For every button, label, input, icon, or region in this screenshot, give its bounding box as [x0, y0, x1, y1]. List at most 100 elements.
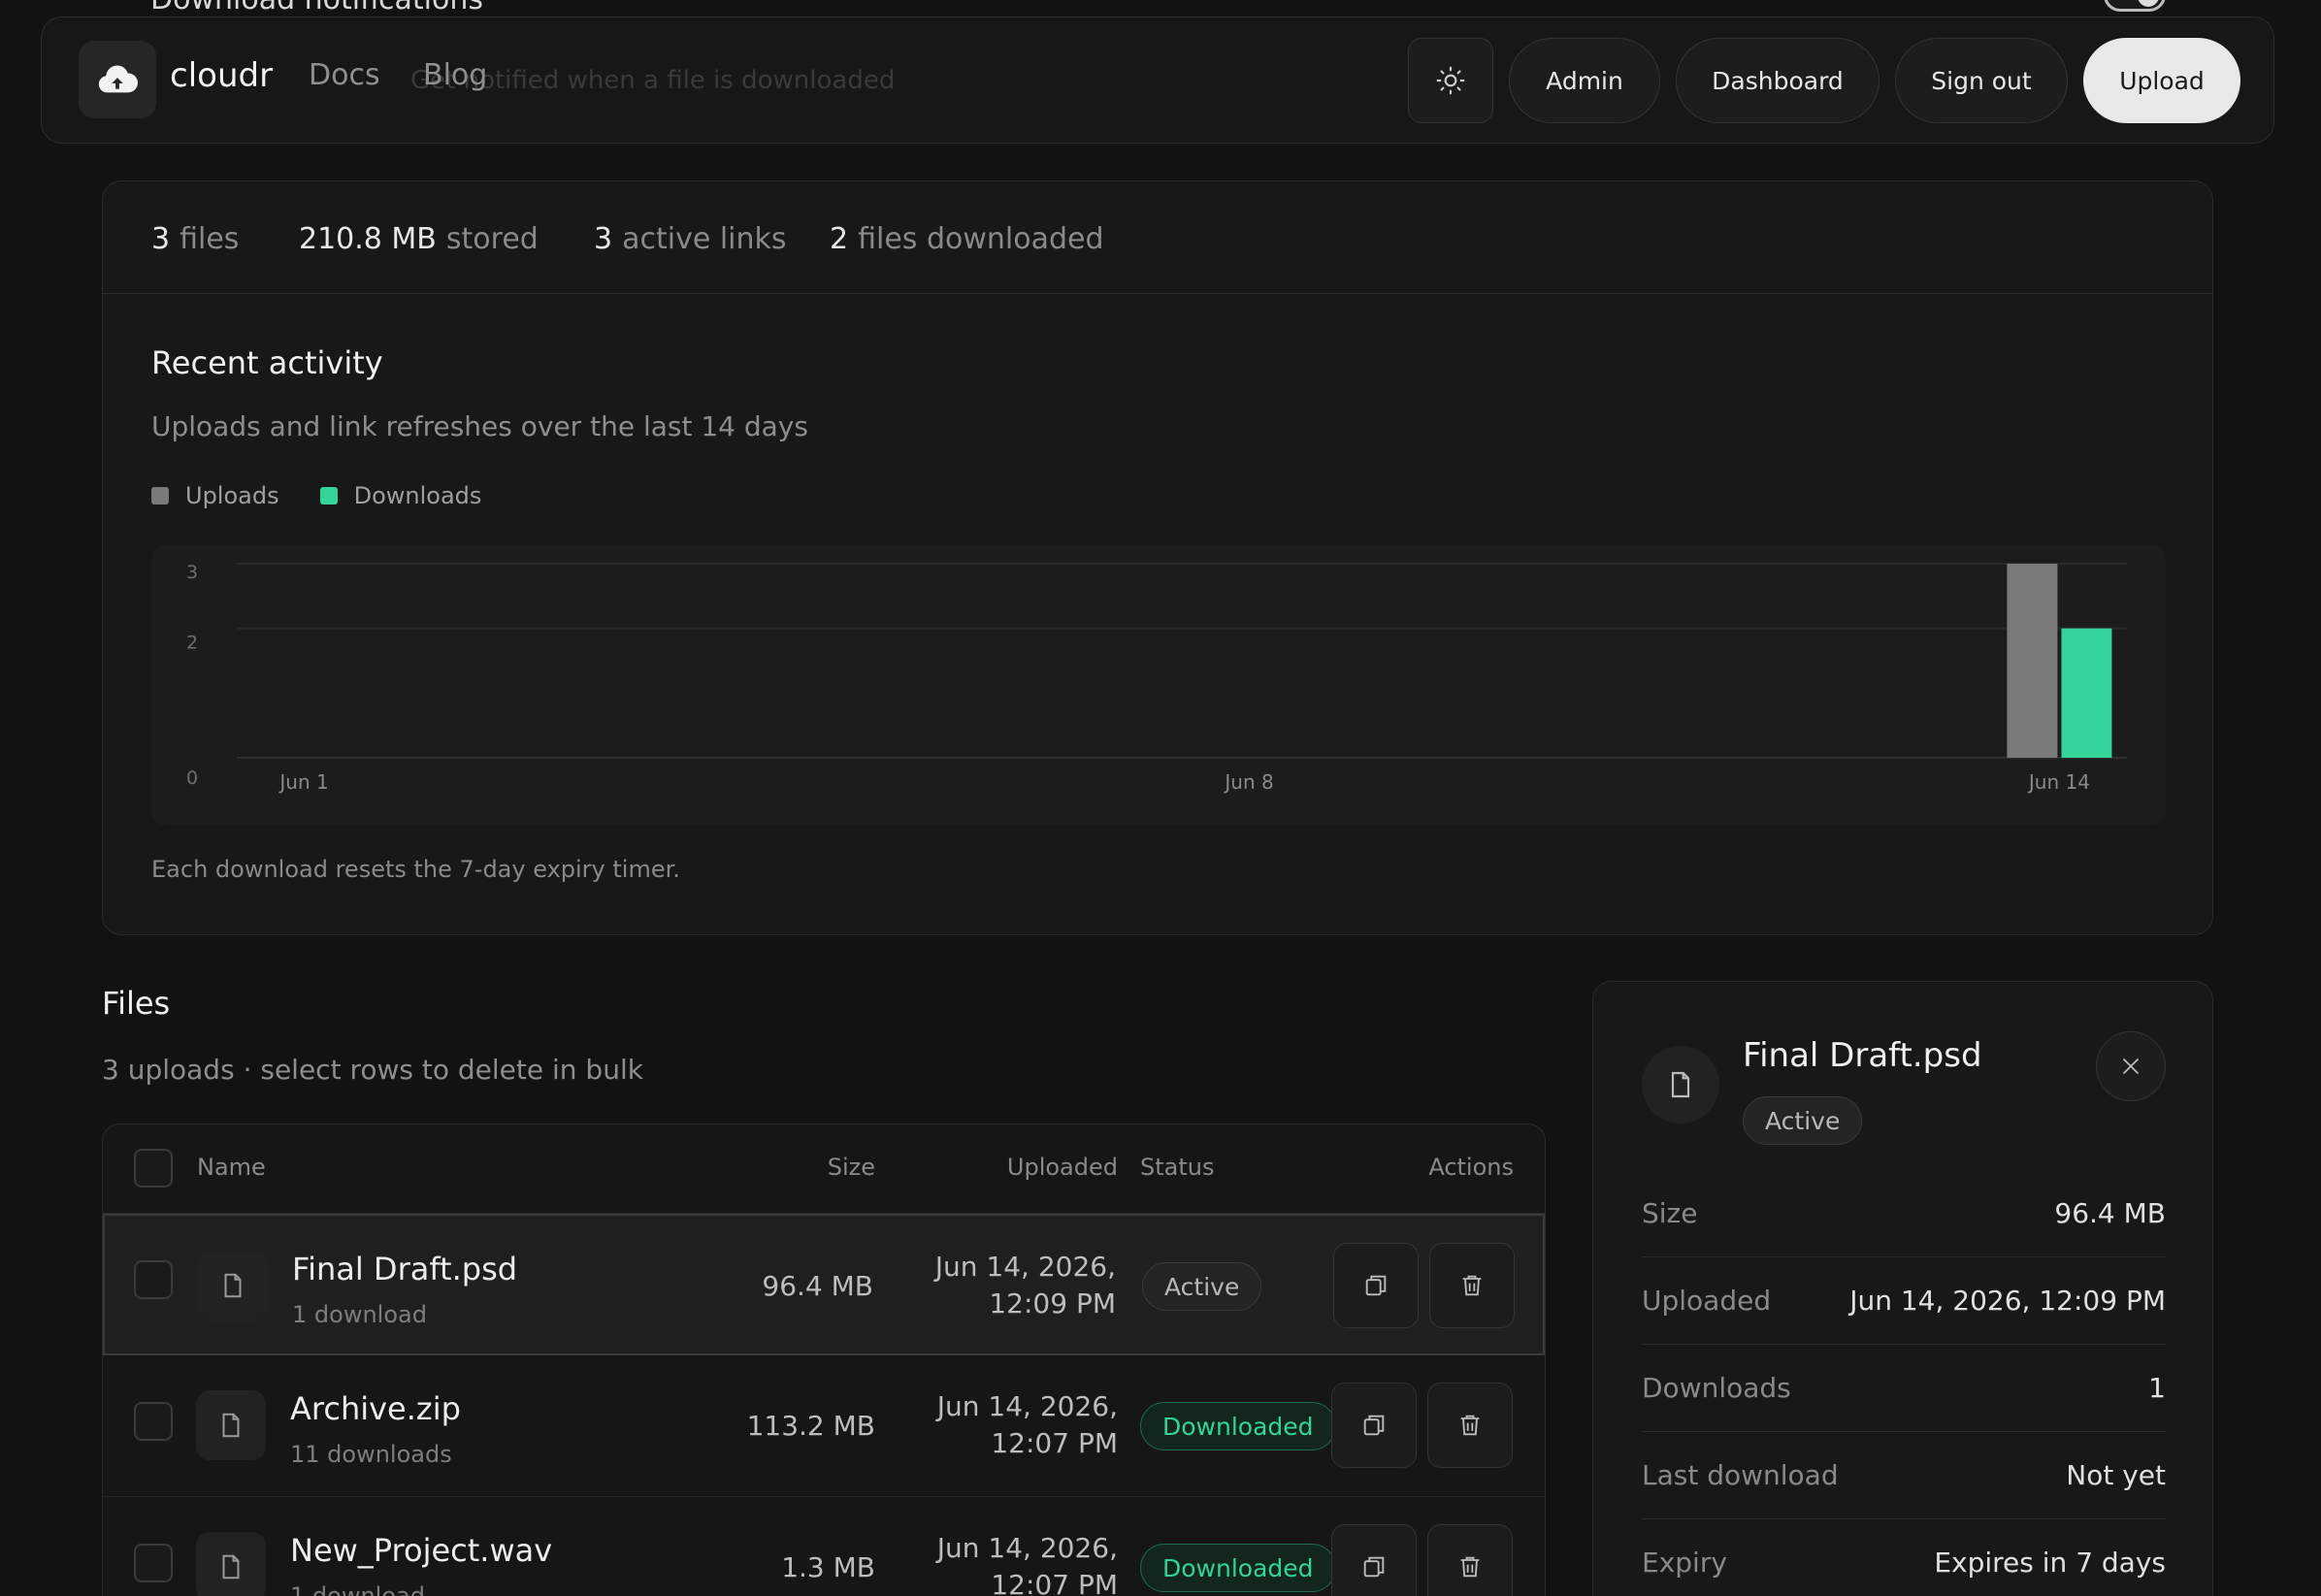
file-size: 113.2 MB — [746, 1410, 875, 1442]
detail-row-size: Size 96.4 MB — [1642, 1170, 2166, 1257]
chart-legend: Uploads Downloads — [151, 482, 522, 509]
dashboard-button[interactable]: Dashboard — [1676, 38, 1880, 123]
chart-x-tick: Jun 14 — [2027, 770, 2090, 794]
notifications-toggle[interactable] — [2104, 0, 2166, 12]
file-icon — [198, 1251, 268, 1320]
select-all-checkbox[interactable] — [134, 1149, 173, 1188]
stat-active-links-label: active links — [622, 222, 787, 256]
copy-link-button[interactable] — [1333, 1243, 1419, 1328]
file-icon — [196, 1390, 266, 1460]
chart-y-tick: 3 — [186, 562, 198, 583]
legend-uploads-swatch — [151, 487, 169, 505]
file-uploaded: Jun 14, 2026, 12:07 PM — [937, 1530, 1118, 1596]
cloud-icon — [98, 65, 138, 93]
detail-label: Expiry — [1642, 1547, 1727, 1579]
brand-name[interactable]: cloudr — [170, 56, 273, 95]
stat-files-value: 3 — [151, 222, 171, 256]
row-checkbox[interactable] — [134, 1260, 173, 1299]
col-size[interactable]: Size — [828, 1154, 875, 1181]
delete-button[interactable] — [1429, 1243, 1515, 1328]
status-badge: Active — [1142, 1262, 1262, 1311]
copy-icon — [1365, 1275, 1387, 1296]
theme-toggle-button[interactable] — [1408, 38, 1493, 123]
close-icon — [2123, 1059, 2139, 1074]
col-uploaded[interactable]: Uploaded — [1007, 1154, 1118, 1181]
stat-files-label: files — [180, 222, 240, 256]
sign-out-button[interactable]: Sign out — [1895, 38, 2068, 123]
file-downloads: 1 download — [292, 1301, 427, 1328]
stat-files-downloaded-label: files downloaded — [858, 222, 1104, 256]
detail-label: Last download — [1642, 1459, 1839, 1491]
file-icon — [196, 1532, 266, 1596]
stat-active-links-value: 3 — [594, 222, 613, 256]
detail-value: Jun 14, 2026, 12:09 PM — [1849, 1285, 2166, 1317]
files-title: Files — [102, 985, 171, 1022]
nav-docs-link[interactable]: Docs — [309, 58, 380, 92]
file-size: 1.3 MB — [781, 1551, 875, 1583]
copy-link-button[interactable] — [1331, 1383, 1417, 1468]
chart-y-tick: 0 — [186, 767, 198, 789]
detail-value: 1 — [2148, 1372, 2166, 1404]
detail-row-uploaded: Uploaded Jun 14, 2026, 12:09 PM — [1642, 1257, 2166, 1345]
file-uploaded-time: 12:07 PM — [991, 1427, 1118, 1459]
file-downloads: 11 downloads — [290, 1441, 452, 1468]
delete-button[interactable] — [1427, 1383, 1513, 1468]
chart-bar — [2061, 628, 2112, 758]
stat-files-downloaded: 2 files downloaded — [830, 222, 1104, 256]
stat-files-downloaded-value: 2 — [830, 222, 849, 256]
table-row[interactable]: New_Project.wav 1 download 1.3 MB Jun 14… — [103, 1497, 1545, 1596]
close-detail-button[interactable] — [2096, 1031, 2166, 1101]
file-size: 96.4 MB — [762, 1270, 873, 1302]
detail-file-name: Final Draft.psd — [1743, 1036, 1982, 1075]
activity-chart: 3 2 0 Jun 1 Jun 8 Jun 14 — [151, 544, 2166, 826]
legend-uploads: Uploads — [151, 482, 279, 509]
copy-link-button[interactable] — [1331, 1524, 1417, 1596]
upload-button[interactable]: Upload — [2083, 38, 2240, 123]
table-row[interactable]: Final Draft.psd 1 download 96.4 MB Jun 1… — [103, 1214, 1545, 1355]
file-name[interactable]: Final Draft.psd — [292, 1251, 517, 1287]
legend-downloads-label: Downloads — [353, 482, 482, 509]
file-uploaded: Jun 14, 2026, 12:07 PM — [937, 1388, 1118, 1462]
col-name[interactable]: Name — [197, 1154, 266, 1181]
trash-icon — [1462, 1275, 1482, 1296]
table-row[interactable]: Archive.zip 11 downloads 113.2 MB Jun 14… — [103, 1355, 1545, 1497]
detail-status-badge: Active — [1743, 1096, 1863, 1145]
table-header: Name Size Uploaded Status Actions — [103, 1124, 1545, 1214]
detail-label: Uploaded — [1642, 1285, 1772, 1317]
file-detail-panel: Final Draft.psd Active Size 96.4 MB Uplo… — [1592, 981, 2213, 1596]
file-uploaded-time: 12:09 PM — [989, 1287, 1116, 1319]
top-header: Get notified when a file is downloaded c… — [41, 16, 2274, 144]
chart-x-tick: Jun 8 — [1223, 770, 1273, 794]
col-actions: Actions — [1428, 1154, 1514, 1181]
nav-blog-link[interactable]: Blog — [423, 58, 487, 92]
copy-icon — [1363, 1415, 1385, 1436]
ghost-section-title: Download notifications — [150, 0, 483, 16]
overview-card: 3 files 210.8 MB stored 3 active links 2 fil… — [102, 180, 2213, 935]
detail-value: 96.4 MB — [2054, 1197, 2166, 1229]
file-downloads: 1 download — [290, 1582, 425, 1596]
row-checkbox[interactable] — [134, 1402, 173, 1441]
files-table: Name Size Uploaded Status Actions Final … — [102, 1124, 1546, 1596]
file-name[interactable]: New_Project.wav — [290, 1532, 552, 1569]
stat-active-links: 3 active links — [594, 222, 787, 256]
row-checkbox[interactable] — [134, 1544, 173, 1582]
file-uploaded: Jun 14, 2026, 12:09 PM — [935, 1249, 1116, 1322]
legend-downloads-swatch — [319, 487, 338, 505]
detail-value: Not yet — [2066, 1459, 2166, 1491]
stats-row: 3 files 210.8 MB stored 3 active links 2 fil… — [103, 181, 2212, 294]
activity-title: Recent activity — [151, 344, 383, 381]
chart-x-tick: Jun 1 — [278, 770, 328, 794]
col-status[interactable]: Status — [1140, 1154, 1214, 1181]
file-name[interactable]: Archive.zip — [290, 1390, 461, 1427]
legend-uploads-label: Uploads — [185, 482, 279, 509]
stat-stored-value: 210.8 MB — [299, 222, 437, 256]
delete-button[interactable] — [1427, 1524, 1513, 1596]
detail-value: Expires in 7 days — [1934, 1547, 2166, 1579]
logo[interactable] — [79, 41, 156, 118]
detail-row-downloads: Downloads 1 — [1642, 1345, 2166, 1432]
file-uploaded-time: 12:07 PM — [991, 1569, 1118, 1596]
admin-button[interactable]: Admin — [1509, 38, 1660, 123]
trash-icon — [1460, 1556, 1480, 1578]
stat-files: 3 files — [151, 222, 239, 256]
copy-icon — [1363, 1556, 1385, 1578]
